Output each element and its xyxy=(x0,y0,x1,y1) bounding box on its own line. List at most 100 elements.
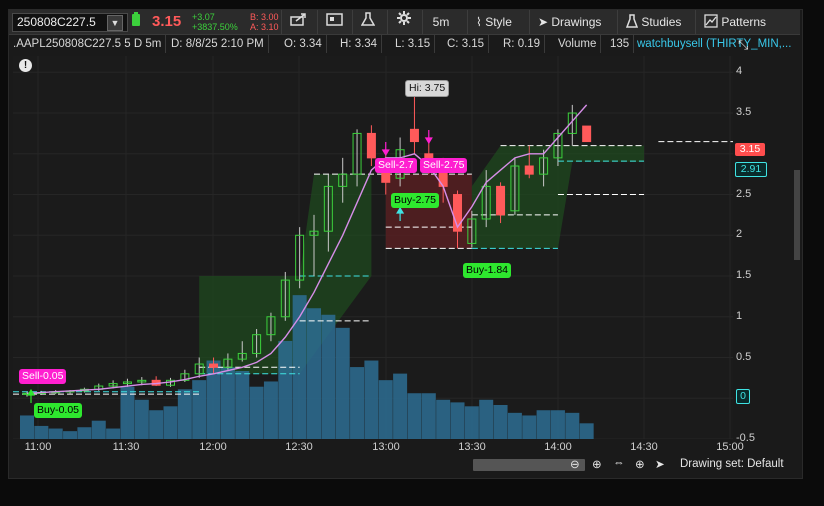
volume-bar xyxy=(34,425,49,439)
volume-study-label[interactable]: Volume xyxy=(554,35,602,53)
zoom-out-icon[interactable]: ⊖ xyxy=(570,457,580,471)
volume-bar xyxy=(450,402,465,439)
x-tick-label: 13:00 xyxy=(372,441,400,453)
pan-icon[interactable]: ⇔ xyxy=(613,457,625,469)
volume-bar xyxy=(321,314,336,439)
ask: A: 3.10 xyxy=(250,22,279,32)
alert-icon[interactable]: ! xyxy=(19,59,32,72)
volume-bar xyxy=(263,381,278,439)
x-tick-label: 11:30 xyxy=(112,441,140,453)
change-abs: +3.07 xyxy=(192,12,215,22)
x-tick-label: 13:30 xyxy=(458,441,486,453)
sell-signal-label: Sell-2.75 xyxy=(420,158,468,173)
news-button[interactable] xyxy=(317,10,352,34)
drawings-button[interactable]: ➤ Drawings xyxy=(529,10,609,34)
bar-datetime: D: 8/8/25 2:10 PM xyxy=(167,35,269,53)
patterns-label: Patterns xyxy=(721,15,767,29)
y-tick-label: 2 xyxy=(736,228,743,241)
candle-body xyxy=(381,171,391,183)
y-tick-label: 1.5 xyxy=(736,269,752,282)
volume-bar xyxy=(522,415,537,439)
volume-bar xyxy=(507,412,522,439)
beaker-button[interactable] xyxy=(352,10,383,34)
drawing-set-label[interactable]: Drawing set: Default xyxy=(680,458,784,470)
y-tick-label: 4 xyxy=(736,65,743,78)
crosshair-icon[interactable]: ⊕ xyxy=(635,457,645,471)
volume-bar xyxy=(335,327,350,439)
symbol-input[interactable]: 250808C227.5 ▼ xyxy=(12,13,128,32)
style-button[interactable]: ⌇ Style xyxy=(467,10,520,34)
volume-bar xyxy=(48,428,63,439)
high-label: Hi: 3.75 xyxy=(405,80,450,97)
study-label[interactable]: watchbuysell (THIRTY_MIN,... xyxy=(633,35,795,53)
drawings-label: Drawings xyxy=(551,15,602,29)
volume-bar xyxy=(220,367,235,439)
x-tick-label: 11:00 xyxy=(24,441,52,453)
zoom-in-icon[interactable]: ⊕ xyxy=(592,457,602,471)
change-pct: +3837.50% xyxy=(192,22,238,32)
patterns-button[interactable]: Patterns xyxy=(695,10,774,34)
beaker-icon xyxy=(360,12,376,26)
candle-body xyxy=(366,132,376,159)
bar-low: L: 3.15 xyxy=(391,35,436,53)
buy-signal-label: Buy-2.75 xyxy=(391,193,440,208)
y-tick-label: 2.5 xyxy=(736,187,752,200)
y-tick-label: 0.5 xyxy=(736,350,752,363)
volume-bar xyxy=(278,340,293,439)
buy-signal-label: Buy-1.84 xyxy=(463,263,512,278)
volume-bar xyxy=(177,389,192,439)
studies-label: Studies xyxy=(641,15,682,29)
volume-bar xyxy=(235,371,250,439)
studies-button[interactable]: Studies xyxy=(617,10,689,34)
x-tick-label: 15:00 xyxy=(716,441,744,453)
signal-arrow xyxy=(381,142,390,157)
last-price-flag: 3.15 xyxy=(735,143,765,156)
symbol-text: 250808C227.5 xyxy=(17,15,96,29)
patterns-icon xyxy=(704,14,718,28)
volume-value: 135 xyxy=(606,35,635,53)
volume-bar xyxy=(393,373,408,439)
volume-bar xyxy=(63,431,78,439)
volume-bar xyxy=(579,423,594,439)
price-axis[interactable]: 43.532.521.510.50-0.5 xyxy=(733,56,786,444)
candle-body xyxy=(409,128,419,143)
symbol-dropdown-icon[interactable]: ▼ xyxy=(107,15,123,31)
net-change: +3.07 +3837.50% xyxy=(192,12,238,32)
bar-close: C: 3.15 xyxy=(443,35,490,53)
x-tick-label: 14:30 xyxy=(630,441,658,453)
volume-bar xyxy=(364,360,379,439)
timeframe-button[interactable]: 5m xyxy=(422,10,459,34)
time-axis[interactable]: 11:00 11:30 12:00 12:30 13:00 13:30 14:00 14:30… xyxy=(13,440,744,456)
volume-bar xyxy=(479,399,494,439)
volume-bar xyxy=(106,428,121,439)
settings-button[interactable] xyxy=(387,10,420,34)
y-tick-label: 1 xyxy=(736,309,743,322)
volume-bar xyxy=(149,410,164,439)
volume-bar xyxy=(192,380,207,439)
vertical-scrollbar[interactable] xyxy=(794,170,800,260)
gear-icon xyxy=(397,11,411,25)
price-plot-area[interactable]: ! Hi: 3.75 Sell-0.05 Sell-2.7 Sell-2.75 … xyxy=(13,56,733,440)
volume-bar xyxy=(493,405,508,439)
share-icon xyxy=(290,13,306,26)
candle-body xyxy=(524,165,534,175)
symbol-description: .AAPL250808C227.5 5 D 5m xyxy=(9,35,167,53)
buy-signal-label: Buy-0.05 xyxy=(34,403,83,418)
volume-bar xyxy=(91,420,106,439)
bid-ask: B: 3.00 A: 3.10 xyxy=(250,12,279,32)
candle-body xyxy=(209,363,219,368)
volume-bar xyxy=(20,415,34,439)
share-button[interactable] xyxy=(281,10,316,34)
horizontal-scrollbar[interactable] xyxy=(473,459,585,471)
zero-price-flag: 0 xyxy=(736,389,750,404)
candle-body xyxy=(582,125,592,143)
flask-icon[interactable] xyxy=(129,10,143,34)
x-tick-label: 12:30 xyxy=(285,441,313,453)
news-icon xyxy=(326,13,343,26)
pointer-icon[interactable]: ➤ xyxy=(655,457,665,471)
volume-bar xyxy=(307,308,321,439)
collapse-icon[interactable]: ⤡ xyxy=(738,37,748,53)
last-price: 3.15 xyxy=(152,13,182,30)
style-icon: ⌇ xyxy=(476,15,486,29)
volume-bar xyxy=(350,367,365,439)
